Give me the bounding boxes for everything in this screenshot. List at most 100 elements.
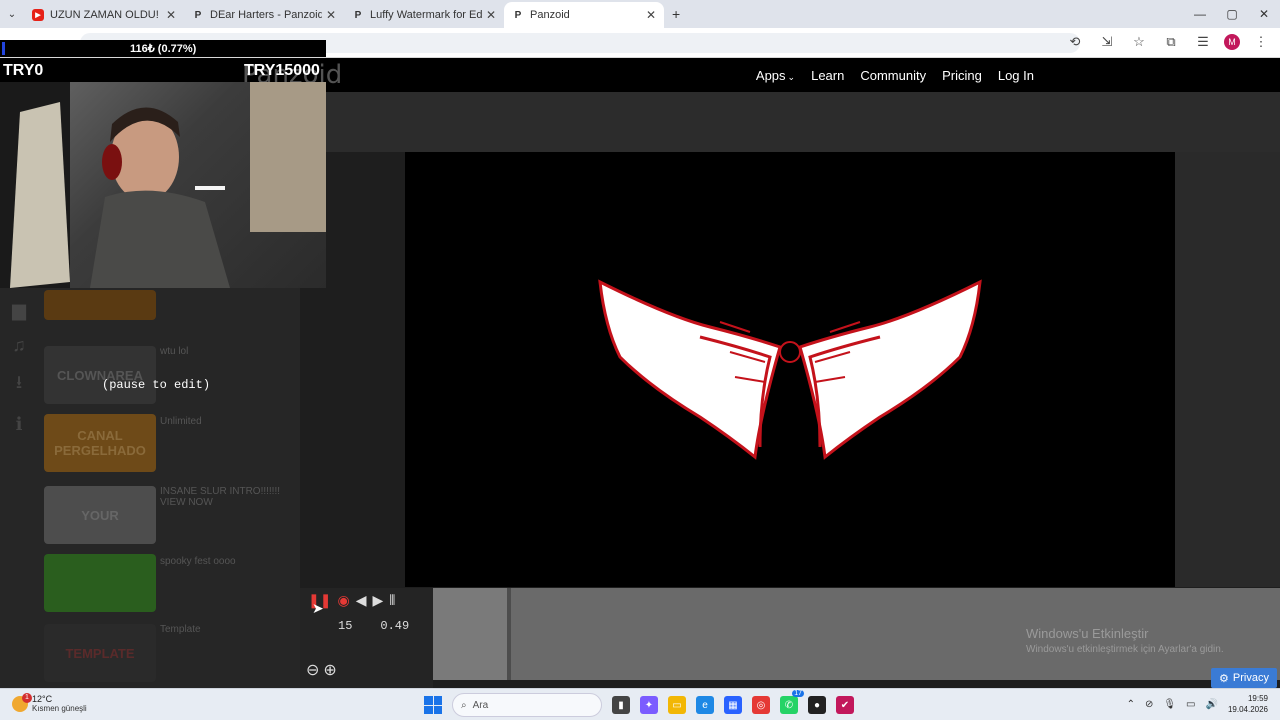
install-icon[interactable]: ⇲ <box>1096 34 1118 50</box>
reading-list-icon[interactable]: ☰ <box>1192 34 1214 50</box>
tab-panzoid[interactable]: P Panzoid ✕ <box>504 2 664 28</box>
tab-youtube[interactable]: ▶ UZUN ZAMAN OLDU! | GTA 5 R ✕ <box>24 2 184 28</box>
waveform-icon[interactable]: ⦀ <box>389 592 395 609</box>
chevron-down-icon: ⌄ <box>787 71 796 82</box>
template-title[interactable]: Template <box>160 624 290 635</box>
weather-badge: 1 <box>22 692 32 703</box>
panzoid-icon: P <box>194 9 202 21</box>
zoom-in-icon[interactable]: ⊕ <box>323 660 336 680</box>
close-window-button[interactable]: ✕ <box>1248 0 1280 28</box>
site-nav: Apps ⌄ Learn Community Pricing Log In <box>756 58 1034 92</box>
privacy-button[interactable]: ⚙ Privacy <box>1211 668 1277 688</box>
maximize-button[interactable]: ▢ <box>1216 0 1248 28</box>
template-title[interactable]: spooky fest oooo <box>160 556 290 567</box>
template-title[interactable]: wtu lol <box>160 346 290 357</box>
tab-dear-harters[interactable]: P DEar Harters - Panzoid ✕ <box>184 2 344 28</box>
template-card[interactable]: CLOWNAREA <box>44 346 156 404</box>
tab-title: Luffy Watermark for Edits - Pan <box>370 9 482 21</box>
panzoid-icon: P <box>354 9 362 21</box>
close-tab-icon[interactable]: ✕ <box>326 8 336 22</box>
nav-pricing[interactable]: Pricing <box>942 68 982 83</box>
eye-icon[interactable]: ◉ <box>337 592 349 609</box>
stage-right-margin <box>1175 152 1280 587</box>
file-explorer-icon[interactable]: ▭ <box>668 696 686 714</box>
frame-counter: 15 <box>338 619 353 633</box>
taskbar-search[interactable]: ⌕ Ara <box>452 693 602 717</box>
close-tab-icon[interactable]: ✕ <box>486 8 496 22</box>
template-card[interactable]: YOUR <box>44 486 156 544</box>
template-card[interactable] <box>44 554 156 612</box>
nav-learn[interactable]: Learn <box>811 68 844 83</box>
tab-search-icon[interactable]: ⌄ <box>0 9 24 20</box>
weather-desc: Kısmen güneşli <box>32 704 87 713</box>
taskbar-apps: ⌕ Ara ▮ ✦ ▭ e ▦ ◎ ✆ 17 ● ✔ <box>424 690 854 717</box>
search-icon: ⌕ <box>461 699 467 711</box>
copilot-icon[interactable]: ✦ <box>640 696 658 714</box>
activation-title: Windows'u Etkinleştir <box>1026 626 1149 641</box>
goal-end-label: TRY15000 <box>244 62 320 79</box>
system-clock[interactable]: 19:59 19.04.2026 <box>1228 693 1268 715</box>
playback-readout: 15 0.49 <box>338 619 409 633</box>
tab-luffy-watermark[interactable]: P Luffy Watermark for Edits - Pan ✕ <box>344 2 504 28</box>
new-tab-button[interactable]: + <box>672 6 680 22</box>
template-card[interactable]: CANAL PERGELHADO <box>44 414 156 472</box>
windows-taskbar: 1 12°C Kısmen güneşli ⌕ Ara ▮ ✦ ▭ e ▦ ◎ … <box>0 688 1280 720</box>
step-forward-icon[interactable]: ▶ <box>372 592 383 609</box>
translate-icon[interactable]: ⟲ <box>1064 34 1086 50</box>
menu-icon[interactable]: ⋮ <box>1250 34 1272 50</box>
step-back-icon[interactable]: ◀ <box>356 592 367 609</box>
browser-tab-bar: ⌄ ▶ UZUN ZAMAN OLDU! | GTA 5 R ✕ P DEar … <box>0 0 1280 28</box>
nav-login[interactable]: Log In <box>998 68 1034 83</box>
browser-toolbar: ⟲ ⇲ ☆ ⧉ ☰ M ⋮ <box>1064 34 1272 50</box>
weather-temp: 12°C <box>32 694 53 704</box>
start-button-icon[interactable] <box>424 696 442 714</box>
bookmark-star-icon[interactable]: ☆ <box>1128 34 1150 50</box>
whatsapp-badge: 17 <box>792 690 804 697</box>
info-icon[interactable]: ℹ <box>8 414 30 435</box>
zoom-controls: ⊖ ⊕ <box>306 660 337 680</box>
close-tab-icon[interactable]: ✕ <box>646 8 656 22</box>
weather-sun-icon: 1 <box>12 692 32 712</box>
profile-avatar[interactable]: M <box>1224 34 1240 50</box>
edge-icon[interactable]: e <box>696 696 714 714</box>
close-tab-icon[interactable]: ✕ <box>166 8 176 22</box>
gear-icon: ⚙ <box>1219 672 1229 685</box>
volume-icon[interactable]: 🔊 <box>1206 699 1218 710</box>
obs-icon[interactable]: ● <box>808 696 826 714</box>
display-icon[interactable]: ▭ <box>1186 699 1195 710</box>
download-icon[interactable]: ⭳ <box>8 370 30 400</box>
template-title[interactable]: Unlimited <box>160 416 290 427</box>
minimize-button[interactable]: — <box>1184 0 1216 28</box>
template-card[interactable] <box>44 290 156 320</box>
search-placeholder: Ara <box>472 699 489 711</box>
preview-stage[interactable] <box>405 152 1175 587</box>
nav-apps[interactable]: Apps ⌄ <box>756 68 795 83</box>
webcam-person-image <box>0 82 326 288</box>
capcut-icon[interactable]: ✔ <box>836 696 854 714</box>
sidebar-icon-rail: ▆ ♫ ⭳ ℹ <box>8 300 30 435</box>
task-view-icon[interactable]: ▮ <box>612 696 630 714</box>
privacy-label: Privacy <box>1232 672 1269 684</box>
timeline-playhead[interactable] <box>507 588 511 680</box>
template-thumbnail-text: TEMPLATE <box>65 645 135 661</box>
extensions-icon[interactable]: ⧉ <box>1160 34 1182 50</box>
store-icon[interactable]: ▦ <box>724 696 742 714</box>
nav-apps-label: Apps <box>755 67 786 83</box>
folder-icon[interactable]: ▆ <box>8 300 30 321</box>
whatsapp-icon[interactable]: ✆ 17 <box>780 690 804 714</box>
weather-widget[interactable]: 1 12°C Kısmen güneşli <box>12 692 87 713</box>
template-title[interactable]: INSANE SLUR INTRO!!!!!!! VIEW NOW <box>160 486 290 508</box>
music-icon[interactable]: ♫ <box>8 335 30 356</box>
template-card[interactable]: TEMPLATE <box>44 624 156 682</box>
nav-community[interactable]: Community <box>860 68 926 83</box>
chevron-up-icon[interactable]: ⌃ <box>1127 699 1135 710</box>
tab-title: DEar Harters - Panzoid <box>210 9 322 21</box>
network-off-icon[interactable]: ⊘ <box>1145 699 1153 710</box>
microphone-icon[interactable]: 🎙 <box>1163 699 1176 710</box>
clock-date: 19.04.2026 <box>1227 705 1268 714</box>
timeline-clip[interactable] <box>433 588 507 680</box>
tab-title: Panzoid <box>530 9 570 21</box>
zoom-out-icon[interactable]: ⊖ <box>306 660 319 680</box>
pause-hint: (pause to edit) <box>102 378 211 392</box>
chrome-icon[interactable]: ◎ <box>752 696 770 714</box>
